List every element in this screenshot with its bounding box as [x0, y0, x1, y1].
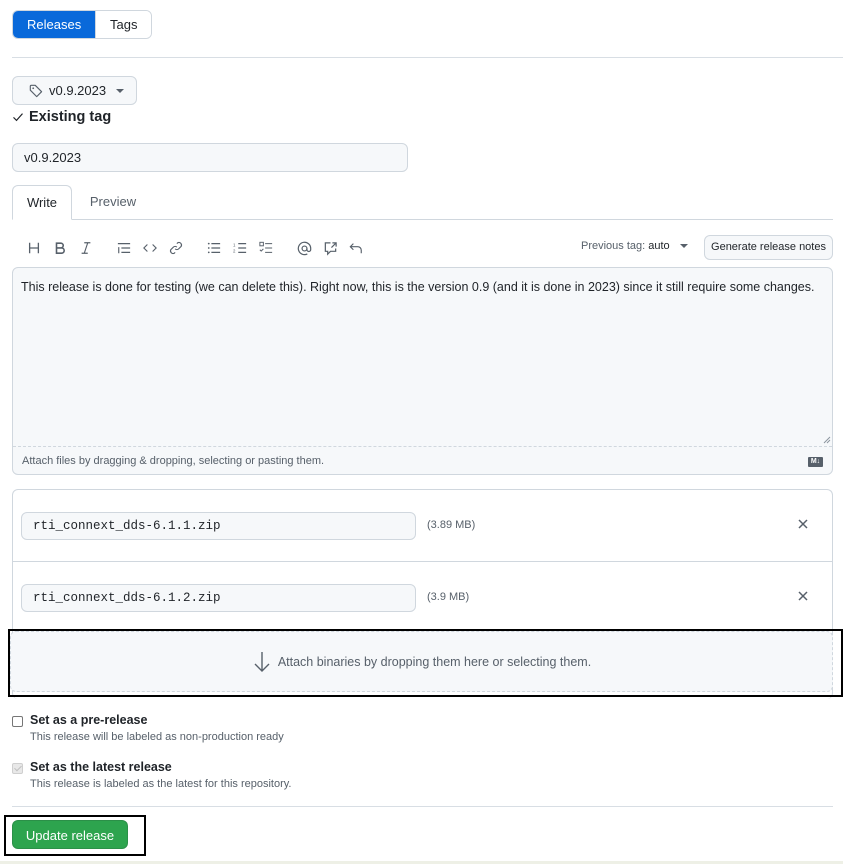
divider — [12, 806, 833, 807]
remove-asset-button[interactable] — [795, 516, 811, 532]
close-icon — [798, 591, 808, 601]
release-body-editor[interactable]: This release is done for testing (we can… — [12, 267, 833, 475]
markdown-icon: M↓ — [808, 457, 823, 467]
heading-icon[interactable] — [26, 238, 42, 258]
divider — [12, 57, 843, 58]
svg-text:1: 1 — [233, 242, 236, 247]
attach-binaries-dropzone[interactable]: Attach binaries by dropping them here or… — [10, 631, 833, 692]
tag-status-label: Existing tag — [29, 109, 112, 125]
chevron-down-icon — [679, 244, 688, 248]
editor-divider — [13, 446, 832, 447]
unordered-list-icon[interactable] — [206, 238, 222, 258]
asset-row: rti_connext_dds-6.1.1.zip (3.89 MB) — [13, 490, 832, 561]
tag-picker-button[interactable]: v0.9.2023 — [12, 76, 137, 105]
prerelease-option: Set as a pre-release This release will b… — [12, 713, 284, 743]
tag-picker-value: v0.9.2023 — [49, 83, 107, 98]
markdown-toolbar: 12 — [26, 237, 374, 259]
mention-icon[interactable] — [296, 238, 312, 258]
asset-name-input[interactable]: rti_connext_dds-6.1.2.zip — [21, 584, 416, 612]
previous-tag-select[interactable]: Previous tag: auto — [581, 240, 688, 252]
tag-icon — [29, 84, 43, 97]
tab-releases[interactable]: Releases — [13, 11, 95, 38]
undo-icon[interactable] — [348, 238, 364, 258]
remove-asset-button[interactable] — [795, 588, 811, 604]
italic-icon[interactable] — [78, 238, 94, 258]
asset-size: (3.89 MB) — [427, 519, 476, 531]
prerelease-description: This release will be labeled as non-prod… — [30, 731, 284, 743]
prerelease-checkbox[interactable] — [12, 716, 23, 727]
bold-icon[interactable] — [52, 238, 68, 258]
previous-tag-value: auto — [648, 240, 670, 252]
update-release-button[interactable]: Update release — [12, 820, 128, 849]
tab-preview[interactable]: Preview — [72, 185, 154, 220]
generate-release-notes-button[interactable]: Generate release notes — [704, 235, 833, 260]
tab-tags[interactable]: Tags — [95, 11, 151, 38]
latest-release-option: Set as the latest release This release i… — [12, 760, 291, 790]
tab-write[interactable]: Write — [12, 185, 72, 220]
asset-name-input[interactable]: rti_connext_dds-6.1.1.zip — [21, 512, 416, 540]
code-icon[interactable] — [142, 238, 158, 258]
resize-handle-icon[interactable] — [823, 436, 831, 444]
latest-release-description: This release is labeled as the latest fo… — [30, 778, 292, 790]
svg-text:2: 2 — [233, 248, 236, 253]
tag-status: Existing tag — [12, 109, 111, 125]
cross-reference-icon[interactable] — [322, 238, 338, 258]
quote-icon[interactable] — [116, 238, 132, 258]
link-icon[interactable] — [168, 238, 184, 258]
close-icon — [798, 519, 808, 529]
check-icon — [13, 113, 23, 122]
asset-size: (3.9 MB) — [427, 591, 470, 603]
attach-files-hint[interactable]: Attach files by dragging & dropping, sel… — [22, 455, 324, 467]
prerelease-title[interactable]: Set as a pre-release — [30, 713, 284, 727]
chevron-down-icon — [116, 88, 125, 93]
latest-release-title[interactable]: Set as the latest release — [30, 760, 291, 774]
releases-tags-nav: Releases Tags — [12, 10, 152, 39]
asset-row: rti_connext_dds-6.1.2.zip (3.9 MB) — [13, 561, 832, 632]
arrow-down-icon — [254, 651, 270, 672]
ordered-list-icon[interactable]: 12 — [232, 238, 248, 258]
previous-tag-label: Previous tag: — [581, 240, 646, 252]
dropzone-label: Attach binaries by dropping them here or… — [277, 654, 592, 669]
latest-release-checkbox[interactable] — [12, 763, 23, 774]
release-body-text[interactable]: This release is done for testing (we can… — [21, 278, 824, 296]
task-list-icon[interactable] — [258, 238, 274, 258]
release-title-input[interactable] — [12, 143, 408, 172]
